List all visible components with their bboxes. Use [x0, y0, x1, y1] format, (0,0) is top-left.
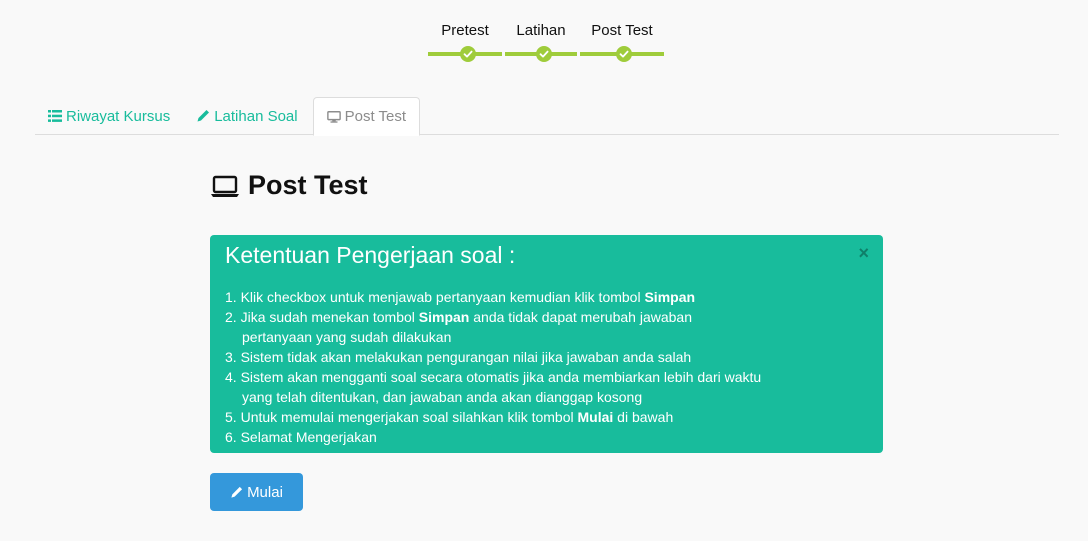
- tab-label: Latihan Soal: [214, 107, 298, 125]
- laptop-icon: [211, 175, 239, 197]
- rule-number: 4.: [225, 369, 237, 385]
- rule-number: 3.: [225, 349, 237, 365]
- rule-number: 6.: [225, 429, 237, 445]
- pencil-icon: [197, 110, 210, 122]
- rule-keyword: Simpan: [644, 289, 696, 305]
- pencil-icon: [231, 486, 243, 498]
- progress-steps: Pretest Latihan Post Test: [428, 22, 664, 68]
- rule-item: 5. Untuk memulai mengerjakan soal silahk…: [225, 407, 868, 427]
- rule-text-after: anda tidak dapat merubah jawaban: [469, 309, 692, 325]
- rule-text: Jika sudah menekan tombol: [240, 309, 419, 325]
- check-icon: [616, 46, 632, 62]
- step-latihan: Latihan: [505, 22, 577, 68]
- step-label: Pretest: [441, 22, 489, 39]
- rule-text: Sistem akan mengganti soal secara otomat…: [240, 369, 762, 385]
- rule-item: 3. Sistem tidak akan melakukan pengurang…: [225, 347, 868, 367]
- start-button[interactable]: Mulai: [210, 473, 303, 511]
- check-icon: [536, 46, 552, 62]
- step-label: Post Test: [591, 22, 653, 39]
- rules-list: 1. Klik checkbox untuk menjawab pertanya…: [225, 287, 868, 447]
- tab-label: Riwayat Kursus: [66, 107, 171, 125]
- rule-keyword: Mulai: [577, 409, 614, 425]
- page-title-text: Post Test: [248, 170, 368, 200]
- step-label: Latihan: [516, 22, 566, 39]
- page-title: Post Test: [210, 170, 368, 201]
- rule-number: 5.: [225, 409, 237, 425]
- rule-text: Selamat Mengerjakan: [240, 429, 377, 445]
- tab-label: Post Test: [344, 108, 407, 125]
- check-icon: [460, 46, 476, 62]
- list-icon: [48, 110, 62, 122]
- rule-text-after: di bawah: [613, 409, 674, 425]
- step-pretest: Pretest: [428, 22, 502, 68]
- tab-riwayat-kursus[interactable]: Riwayat Kursus: [35, 97, 183, 135]
- rule-text: Klik checkbox untuk menjawab pertanyaan …: [240, 289, 645, 305]
- course-tabs: Riwayat Kursus Latihan Soal Post Test: [35, 97, 1059, 136]
- start-button-label: Mulai: [247, 483, 283, 501]
- rule-item: 4. Sistem akan mengganti soal secara oto…: [225, 367, 868, 407]
- rule-item: 6. Selamat Mengerjakan: [225, 427, 868, 447]
- tab-latihan-soal[interactable]: Latihan Soal: [183, 97, 310, 135]
- tab-post-test[interactable]: Post Test: [312, 97, 421, 136]
- rule-item: 2. Jika sudah menekan tombol Simpan anda…: [225, 307, 868, 347]
- rule-continuation: pertanyaan yang sudah dilakukan: [242, 329, 452, 345]
- close-icon[interactable]: ×: [858, 243, 869, 264]
- rules-alert: Ketentuan Pengerjaan soal : × 1. Klik ch…: [210, 235, 883, 453]
- rule-text: Untuk memulai mengerjakan soal silahkan …: [240, 409, 578, 425]
- rule-keyword: Simpan: [418, 309, 470, 325]
- rule-continuation: yang telah ditentukan, dan jawaban anda …: [242, 389, 643, 405]
- rule-number: 1.: [225, 289, 237, 305]
- rule-number: 2.: [225, 309, 237, 325]
- rule-item: 1. Klik checkbox untuk menjawab pertanya…: [225, 287, 868, 307]
- desktop-icon: [326, 110, 341, 123]
- alert-title: Ketentuan Pengerjaan soal :: [225, 242, 516, 268]
- rule-text: Sistem tidak akan melakukan pengurangan …: [240, 349, 692, 365]
- step-post-test: Post Test: [580, 22, 664, 68]
- post-test-page: Pretest Latihan Post Test Riwayat Kursus…: [0, 0, 1088, 541]
